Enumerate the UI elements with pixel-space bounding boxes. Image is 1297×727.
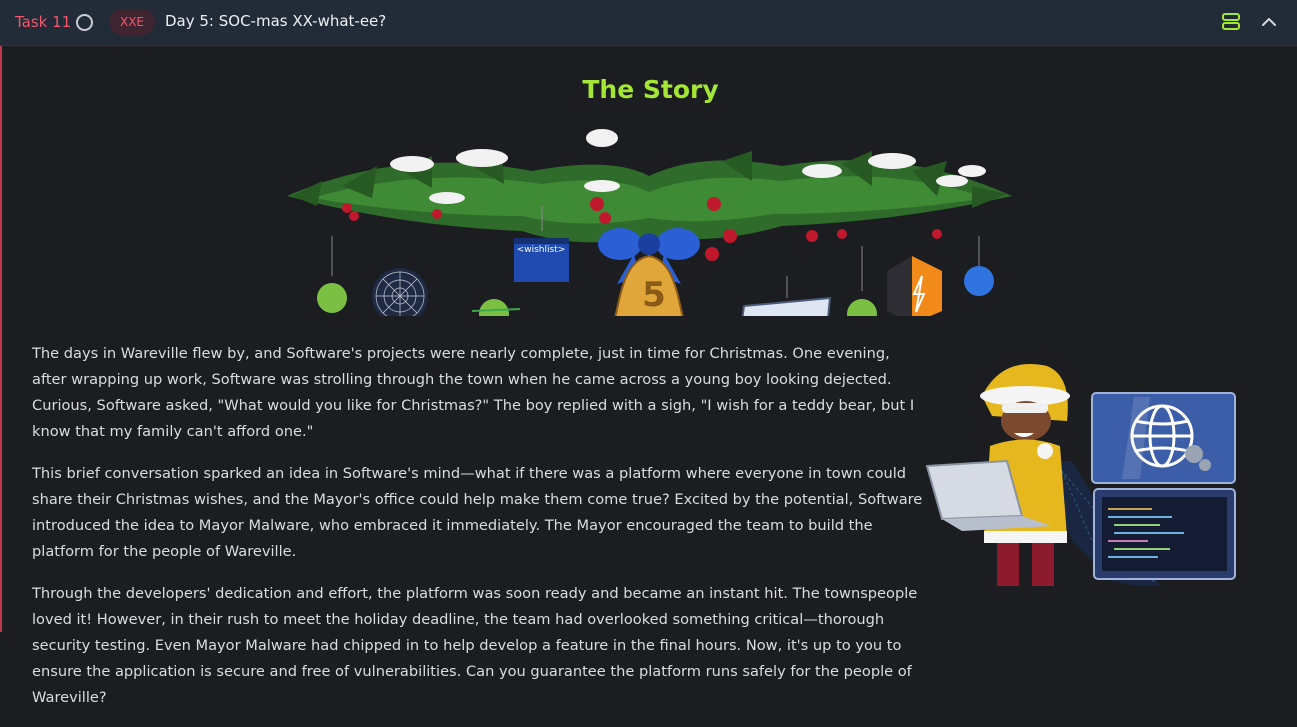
bell-number: 5 [642,275,666,315]
story-paragraph-3: Through the developers' dedication and e… [32,585,918,706]
collapse-chevron-up-icon[interactable] [1257,10,1281,34]
task-status-circle-icon[interactable] [76,14,93,31]
story-paragraph-2: This brief conversation sparked an idea … [32,465,923,560]
task-title: Day 5: SOC-mas XX-what-ee? [165,12,387,30]
task-header[interactable]: Task 11 XXE Day 5: SOC-mas XX-what-ee? [0,0,1297,46]
story-paragraph-1: The days in Wareville flew by, and Softw… [32,345,915,440]
wishlist-label: <wishlist> [517,245,566,255]
elf-with-laptop-illustration [925,364,1236,586]
task-number: Task 11 [15,13,72,31]
task-content: The Story <wishlist> 5 The days in Warev… [0,46,1297,706]
layout-toggle-icon[interactable] [1219,10,1243,34]
story-heading: The Story [582,75,719,104]
task-tag-badge: XXE [109,9,155,35]
story-paragraphs: The days in Wareville flew by, and Softw… [32,341,927,727]
holiday-garland-banner: <wishlist> 5 [287,129,1012,316]
